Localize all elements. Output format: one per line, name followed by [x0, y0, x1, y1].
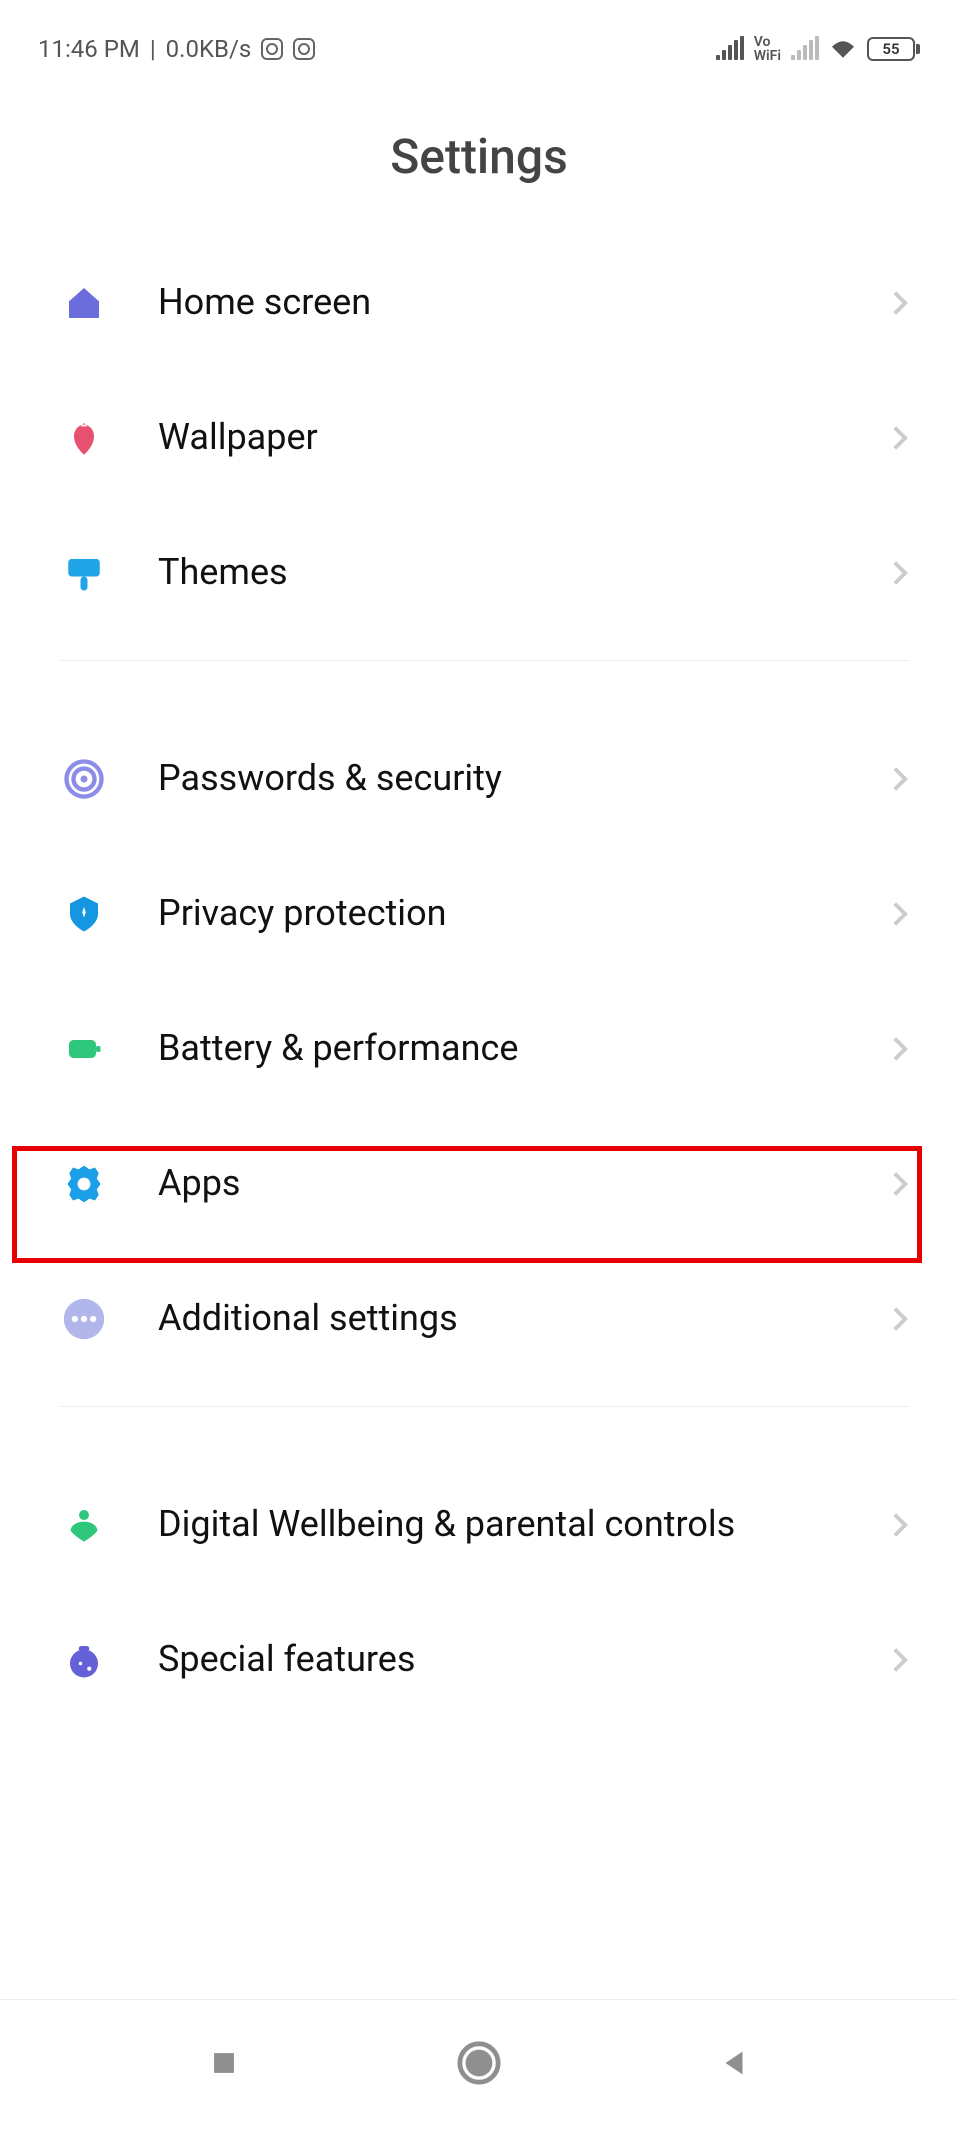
- chevron-right-icon: [890, 899, 910, 929]
- settings-item-label: Battery & performance: [158, 1026, 890, 1071]
- page-title: Settings: [0, 128, 958, 185]
- themes-icon: [60, 549, 108, 597]
- settings-item-battery-performance[interactable]: Battery & performance: [60, 981, 910, 1116]
- settings-item-additional-settings[interactable]: Additional settings: [60, 1251, 910, 1386]
- chevron-right-icon: [890, 1645, 910, 1675]
- navigation-bar: [0, 1999, 958, 2129]
- signal-icon-secondary: [791, 38, 819, 60]
- wellbeing-icon: [60, 1501, 108, 1549]
- settings-item-label: Privacy protection: [158, 891, 890, 936]
- section-divider: [60, 660, 910, 661]
- settings-item-label: Special features: [158, 1637, 890, 1682]
- instagram-icon: [261, 38, 283, 60]
- settings-item-label: Themes: [158, 550, 890, 595]
- settings-item-label: Passwords & security: [158, 756, 890, 801]
- settings-item-privacy-protection[interactable]: Privacy protection: [60, 846, 910, 981]
- section-divider: [60, 1406, 910, 1407]
- instagram-icon: [293, 38, 315, 60]
- wifi-icon: [829, 38, 857, 60]
- gear-icon: [60, 1160, 108, 1208]
- status-data-rate: 0.0KB/s: [166, 35, 252, 63]
- status-left: 11:46 PM | 0.0KB/s: [38, 35, 315, 63]
- settings-item-label: Additional settings: [158, 1296, 890, 1341]
- settings-item-digital-wellbeing[interactable]: Digital Wellbeing & parental controls: [60, 1457, 910, 1592]
- recent-apps-button[interactable]: [207, 2046, 241, 2084]
- battery-icon: [60, 1025, 108, 1073]
- chevron-right-icon: [890, 558, 910, 588]
- more-icon: [60, 1295, 108, 1343]
- back-button[interactable]: [717, 2046, 751, 2084]
- chevron-right-icon: [890, 1034, 910, 1064]
- fingerprint-icon: [60, 755, 108, 803]
- home-icon: [60, 279, 108, 327]
- settings-item-themes[interactable]: Themes: [60, 505, 910, 640]
- settings-list: Home screen Wallpaper Themes Passwords &…: [0, 235, 958, 1727]
- status-time: 11:46 PM: [38, 35, 140, 63]
- settings-item-apps[interactable]: Apps: [60, 1116, 910, 1251]
- status-bar: 11:46 PM | 0.0KB/s VoWiFi 55: [0, 0, 958, 73]
- home-button[interactable]: [456, 2040, 502, 2090]
- signal-icon: [716, 38, 744, 60]
- settings-item-home-screen[interactable]: Home screen: [60, 235, 910, 370]
- chevron-right-icon: [890, 764, 910, 794]
- shield-icon: [60, 890, 108, 938]
- status-right: VoWiFi 55: [716, 35, 920, 63]
- chevron-right-icon: [890, 1510, 910, 1540]
- settings-item-label: Home screen: [158, 280, 890, 325]
- vowifi-icon: VoWiFi: [754, 35, 781, 63]
- battery-icon: 55: [867, 37, 920, 61]
- settings-item-passwords-security[interactable]: Passwords & security: [60, 711, 910, 846]
- status-separator: |: [150, 35, 156, 63]
- chevron-right-icon: [890, 1169, 910, 1199]
- settings-item-label: Digital Wellbeing & parental controls: [158, 1502, 890, 1547]
- flask-icon: [60, 1636, 108, 1684]
- settings-item-label: Wallpaper: [158, 415, 890, 460]
- chevron-right-icon: [890, 423, 910, 453]
- chevron-right-icon: [890, 288, 910, 318]
- settings-item-special-features[interactable]: Special features: [60, 1592, 910, 1727]
- wallpaper-icon: [60, 414, 108, 462]
- settings-item-label: Apps: [158, 1161, 890, 1206]
- chevron-right-icon: [890, 1304, 910, 1334]
- settings-item-wallpaper[interactable]: Wallpaper: [60, 370, 910, 505]
